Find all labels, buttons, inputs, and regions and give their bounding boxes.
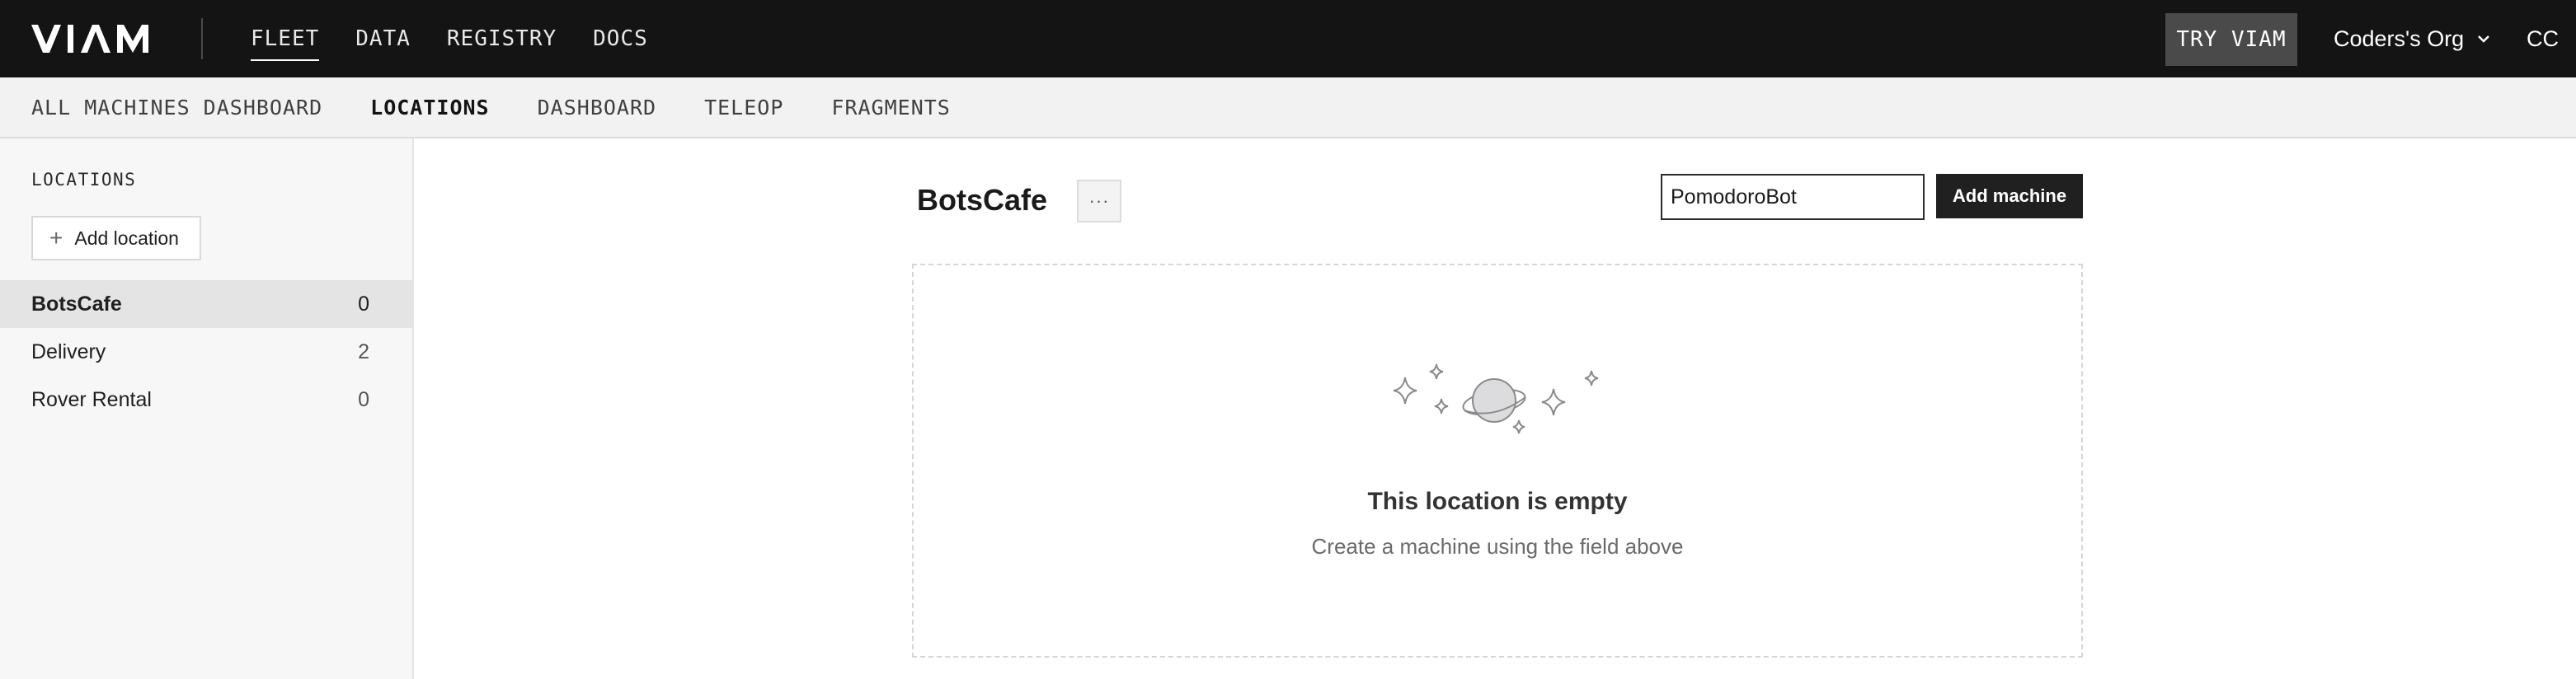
nav-registry[interactable]: REGISTRY xyxy=(447,0,557,77)
empty-state-subtitle: Create a machine using the field above xyxy=(1311,534,1684,559)
user-avatar[interactable]: CC xyxy=(2527,0,2559,77)
add-location-button[interactable]: + Add location xyxy=(31,216,201,260)
more-icon: ··· xyxy=(1088,190,1110,211)
empty-state-panel: This location is empty Create a machine … xyxy=(912,264,2083,658)
nav-docs[interactable]: DOCS xyxy=(593,0,648,77)
sparkle-icon xyxy=(1429,363,1444,380)
sidebar-item-rover-rental[interactable]: Rover Rental 0 xyxy=(0,376,412,424)
add-machine-button[interactable]: Add machine xyxy=(1936,174,2083,218)
location-name: Delivery xyxy=(31,340,106,363)
tab-dashboard[interactable]: DASHBOARD xyxy=(538,96,656,119)
nav-data[interactable]: DATA xyxy=(355,0,411,77)
location-machine-count: 2 xyxy=(358,340,369,363)
logo-divider xyxy=(201,18,203,59)
fleet-subnav: ALL MACHINES DASHBOARD LOCATIONS DASHBOA… xyxy=(31,77,999,137)
machine-name-input[interactable] xyxy=(1661,174,1925,220)
tab-all-machines-dashboard[interactable]: ALL MACHINES DASHBOARD xyxy=(31,96,322,119)
page-title: BotsCafe xyxy=(917,183,1048,217)
org-switcher[interactable]: Coders's Org xyxy=(2334,0,2492,77)
viam-logo[interactable] xyxy=(31,25,155,53)
sidebar-item-delivery[interactable]: Delivery 2 xyxy=(0,328,412,376)
sparkle-icon xyxy=(1541,388,1566,416)
nav-fleet[interactable]: FLEET xyxy=(251,0,320,77)
location-machine-count: 0 xyxy=(358,292,369,316)
planet-illustration xyxy=(1393,363,1599,434)
try-viam-button[interactable]: TRY VIAM xyxy=(2165,13,2297,66)
sidebar-item-botscafe[interactable]: BotsCafe 0 xyxy=(0,280,412,328)
tab-fragments[interactable]: FRAGMENTS xyxy=(831,96,950,119)
empty-state-title: This location is empty xyxy=(1367,488,1628,515)
primary-nav: FLEET DATA REGISTRY DOCS xyxy=(251,0,684,77)
location-list: BotsCafe 0 Delivery 2 Rover Rental 0 xyxy=(0,280,412,424)
plus-icon: + xyxy=(49,225,63,251)
add-location-label: Add location xyxy=(74,227,179,249)
location-name: BotsCafe xyxy=(31,292,122,316)
sparkle-icon xyxy=(1434,398,1449,414)
sparkle-icon xyxy=(1584,370,1599,386)
sparkle-icon xyxy=(1393,377,1417,405)
location-machine-count: 0 xyxy=(358,387,369,411)
fleet-subnav-bar: ALL MACHINES DASHBOARD LOCATIONS DASHBOA… xyxy=(0,77,2576,138)
top-navigation-bar: FLEET DATA REGISTRY DOCS TRY VIAM Coders… xyxy=(0,0,2576,77)
tab-locations[interactable]: LOCATIONS xyxy=(370,96,489,119)
sparkle-icon xyxy=(1512,419,1525,434)
location-name: Rover Rental xyxy=(31,387,152,411)
sidebar-title: LOCATIONS xyxy=(31,170,137,190)
tab-teleop[interactable]: TELEOP xyxy=(704,96,783,119)
chevron-down-icon xyxy=(2478,35,2490,43)
locations-sidebar: LOCATIONS + Add location BotsCafe 0 Deli… xyxy=(0,138,414,679)
more-options-button[interactable]: ··· xyxy=(1077,180,1121,222)
org-name: Coders's Org xyxy=(2334,26,2465,51)
